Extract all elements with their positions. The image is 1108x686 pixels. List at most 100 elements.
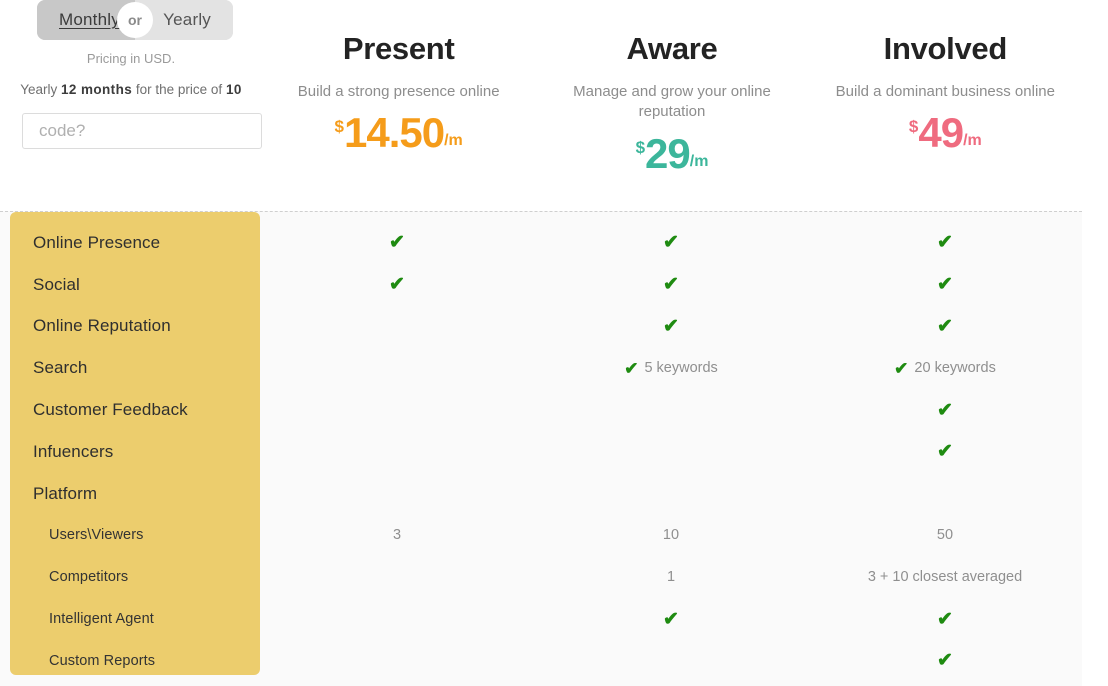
price-currency-symbol: $ <box>636 139 645 156</box>
check-icon: ✔ <box>663 610 679 629</box>
check-icon: ✔ <box>389 275 405 294</box>
feature-cell <box>534 389 808 431</box>
feature-cell: ✔ <box>534 264 808 306</box>
feature-label: Online Presence <box>10 222 260 264</box>
feature-label: Intelligent Agent <box>10 598 260 640</box>
feature-label: Social <box>10 264 260 306</box>
plan-name: Present <box>262 32 535 66</box>
plan-name: Aware <box>535 32 808 66</box>
yearly-discount-note: Yearly 12 months for the price of 10 <box>0 82 262 97</box>
feature-value-text: 20 keywords <box>914 360 995 376</box>
table-row <box>260 473 1082 515</box>
plan-column-present: Present Build a strong presence online $… <box>262 0 535 200</box>
feature-label: Infuencers <box>10 431 260 473</box>
feature-cell: ✔ <box>808 640 1082 682</box>
table-row: ✔ 5 keywords ✔ 20 keywords <box>260 347 1082 389</box>
check-icon: ✔ <box>937 442 953 461</box>
feature-cell <box>534 431 808 473</box>
price-amount: 29 <box>645 133 690 175</box>
check-icon: ✔ <box>937 275 953 294</box>
toggle-yearly-label: Yearly <box>163 10 211 30</box>
feature-cell: ✔ <box>808 431 1082 473</box>
check-icon: ✔ <box>937 233 953 252</box>
feature-cell: ✔ <box>260 222 534 264</box>
feature-cell: ✔ <box>260 264 534 306</box>
feature-label: Platform <box>10 473 260 515</box>
yearly-note-prefix: Yearly <box>20 82 61 97</box>
check-icon: ✔ <box>663 275 679 294</box>
plan-column-involved: Involved Build a dominant business onlin… <box>809 0 1082 200</box>
feature-cell: 3 + 10 closest averaged <box>808 556 1082 598</box>
plan-column-aware: Aware Manage and grow your online reputa… <box>535 0 808 200</box>
feature-cell: 3 <box>260 515 534 557</box>
feature-value-text: 10 <box>663 527 679 543</box>
billing-period-toggle[interactable]: Monthly Yearly or <box>37 0 233 40</box>
feature-cell <box>260 306 534 348</box>
check-icon: ✔ <box>937 401 953 420</box>
toggle-separator-label: or <box>128 12 142 28</box>
check-icon: ✔ <box>663 317 679 336</box>
feature-cell <box>534 640 808 682</box>
currency-note: Pricing in USD. <box>0 51 262 66</box>
feature-label-sidebar: Online PresenceSocialOnline ReputationSe… <box>10 212 260 675</box>
price-amount: 14.50 <box>344 112 444 154</box>
feature-cell <box>260 431 534 473</box>
table-row: 3 10 50 <box>260 515 1082 557</box>
table-row: ✔ ✔ ✔ <box>260 222 1082 264</box>
table-row: ✔ <box>260 640 1082 682</box>
feature-cell: 50 <box>808 515 1082 557</box>
yearly-note-middle: for the price of <box>132 82 226 97</box>
table-row: ✔✔ <box>260 598 1082 640</box>
feature-value-text: 1 <box>667 569 675 585</box>
check-icon: ✔ <box>894 360 908 377</box>
promo-code-input[interactable] <box>22 113 262 149</box>
check-icon: ✔ <box>624 360 638 377</box>
promo-code-wrap <box>0 113 262 149</box>
table-row: ✔ <box>260 431 1082 473</box>
table-row: 1 3 + 10 closest averaged <box>260 556 1082 598</box>
feature-cell: ✔ <box>534 598 808 640</box>
price-amount: 49 <box>918 112 963 154</box>
feature-cell <box>534 473 808 515</box>
plan-headers: Present Build a strong presence online $… <box>262 0 1082 200</box>
feature-label: Online Reputation <box>10 306 260 348</box>
feature-cell <box>260 389 534 431</box>
table-row: ✔ <box>260 389 1082 431</box>
feature-cell: ✔ <box>534 222 808 264</box>
pricing-page: Monthly Yearly or Pricing in USD. Yearly… <box>0 0 1108 686</box>
check-icon: ✔ <box>937 651 953 670</box>
feature-value-text: 5 keywords <box>644 360 717 376</box>
plan-description: Build a dominant business online <box>809 82 1082 102</box>
feature-cell: ✔ <box>808 598 1082 640</box>
price-period: /m <box>444 133 463 149</box>
price-period: /m <box>690 154 709 170</box>
feature-value-text: 50 <box>937 527 953 543</box>
price-period: /m <box>963 133 982 149</box>
feature-label: Competitors <box>10 556 260 598</box>
price-currency-symbol: $ <box>909 118 918 135</box>
check-icon: ✔ <box>937 317 953 336</box>
feature-value-rows: ✔✔✔✔✔✔✔✔✔5 keywords✔20 keywords✔✔3105013… <box>260 212 1082 682</box>
feature-cell <box>260 473 534 515</box>
feature-cell: ✔ <box>808 222 1082 264</box>
plan-description: Build a strong presence online <box>262 82 535 102</box>
yearly-note-months: 12 months <box>61 82 132 97</box>
feature-label: Users\Viewers <box>10 515 260 557</box>
feature-cell <box>260 556 534 598</box>
price-currency-symbol: $ <box>335 118 344 135</box>
feature-value-text: 3 + 10 closest averaged <box>868 569 1022 585</box>
feature-cell: ✔ <box>808 306 1082 348</box>
check-icon: ✔ <box>389 233 405 252</box>
feature-cell: ✔ <box>808 264 1082 306</box>
yearly-note-price: 10 <box>226 82 242 97</box>
feature-cell <box>260 347 534 389</box>
plan-description: Manage and grow your online reputation <box>535 82 808 123</box>
plan-price: $ 49 /m <box>809 112 1082 154</box>
plan-price: $ 14.50 /m <box>262 112 535 154</box>
feature-value-text: 3 <box>393 527 401 543</box>
plan-price: $ 29 /m <box>535 133 808 175</box>
billing-controls: Monthly Yearly or Pricing in USD. Yearly… <box>0 0 262 149</box>
feature-cell <box>808 473 1082 515</box>
feature-cell: ✔ <box>808 389 1082 431</box>
toggle-monthly-label: Monthly <box>59 10 120 30</box>
